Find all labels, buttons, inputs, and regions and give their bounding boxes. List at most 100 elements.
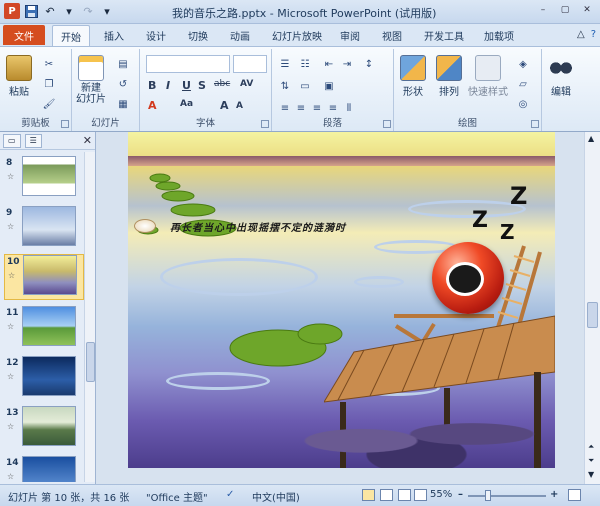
strikethrough-button[interactable]: abc <box>214 79 230 89</box>
justify-icon[interactable]: ≡ <box>326 101 340 115</box>
language-status[interactable]: 中文(中国) <box>252 489 300 504</box>
slides-tab[interactable]: ▭ <box>3 133 21 148</box>
music-note-ball-icon[interactable] <box>432 242 504 314</box>
paste-button[interactable]: 粘贴 <box>6 55 32 98</box>
font-launcher-icon[interactable] <box>261 120 269 128</box>
next-slide-icon[interactable]: ⏷ <box>588 456 594 466</box>
scrollbar-thumb[interactable] <box>86 342 95 382</box>
slide-thumbnail[interactable]: 13 ☆ <box>4 406 84 452</box>
slide-caption-text[interactable]: 再长者当心中出现摇摆不定的涟漪时 <box>170 219 346 234</box>
editing-button[interactable]: 编辑 <box>548 55 574 98</box>
zoom-level[interactable]: 55% <box>430 489 452 500</box>
shapes-button[interactable]: 形状 <box>400 55 426 98</box>
tab-view[interactable]: 视图 <box>382 28 402 43</box>
drawing-launcher-icon[interactable] <box>531 120 539 128</box>
redo-icon[interactable]: ↷ <box>80 3 96 19</box>
copy-icon[interactable]: ❐ <box>42 77 56 91</box>
bold-button[interactable]: B <box>148 79 156 92</box>
shadow-button[interactable]: S <box>198 79 206 92</box>
quick-styles-button[interactable]: 快速样式 <box>468 55 508 98</box>
outline-tab[interactable]: ☰ <box>24 133 42 148</box>
zoom-slider-track[interactable] <box>468 495 546 497</box>
close-pane-icon[interactable]: ✕ <box>83 134 92 147</box>
italic-button[interactable]: I <box>166 79 170 92</box>
shrink-font-button[interactable]: A <box>236 101 243 111</box>
text-direction-icon[interactable]: ⇅ <box>278 79 292 93</box>
paragraph-launcher-icon[interactable] <box>383 120 391 128</box>
font-name-combobox[interactable] <box>146 55 230 73</box>
cut-icon[interactable]: ✂ <box>42 57 56 71</box>
slideshow-view-icon[interactable] <box>414 489 427 501</box>
tab-developer[interactable]: 开发工具 <box>424 28 464 43</box>
change-case-button[interactable]: Aa <box>180 99 193 109</box>
font-size-combobox[interactable] <box>233 55 267 73</box>
slide-thumbnail-selected[interactable]: 10 ☆ <box>4 254 84 300</box>
shape-fill-icon[interactable]: ◈ <box>516 57 530 71</box>
undo-icon[interactable]: ↶ <box>42 3 58 19</box>
scroll-down-icon[interactable]: ▼ <box>588 470 594 479</box>
tab-slideshow[interactable]: 幻灯片放映 <box>272 28 322 43</box>
smartart-icon[interactable]: ▣ <box>322 79 336 93</box>
clipboard-launcher-icon[interactable] <box>61 120 69 128</box>
thumbnail-scrollbar[interactable] <box>84 152 95 482</box>
reset-icon[interactable]: ↺ <box>116 77 130 91</box>
slide-thumbnail[interactable]: 8 ☆ <box>4 156 84 202</box>
theme-status[interactable]: "Office 主题" <box>146 489 208 504</box>
align-center-icon[interactable]: ≡ <box>294 101 308 115</box>
chevron-down-icon[interactable]: ▾ <box>61 3 77 19</box>
help-icon[interactable]: ? <box>591 29 596 40</box>
save-icon[interactable] <box>23 3 39 19</box>
columns-icon[interactable]: ⫴ <box>342 101 356 115</box>
decrease-indent-icon[interactable]: ⇤ <box>322 57 336 71</box>
increase-indent-icon[interactable]: ⇥ <box>340 57 354 71</box>
tab-design[interactable]: 设计 <box>146 28 166 43</box>
slide-vertical-scrollbar[interactable]: ▲ ⏶ ⏷ ▼ <box>584 132 600 484</box>
shape-outline-icon[interactable]: ▱ <box>516 77 530 91</box>
align-text-icon[interactable]: ▭ <box>298 79 312 93</box>
slide-thumbnail[interactable]: 11 ☆ <box>4 306 84 352</box>
zoom-slider-handle[interactable] <box>485 490 491 501</box>
minimize-button[interactable]: – <box>534 3 552 17</box>
tab-file[interactable]: 文件 <box>3 25 45 45</box>
tab-insert[interactable]: 插入 <box>104 28 124 43</box>
zoom-out-button[interactable]: – <box>458 489 463 500</box>
underline-button[interactable]: U <box>182 79 191 92</box>
tab-transitions[interactable]: 切换 <box>188 28 208 43</box>
powerpoint-logo-icon[interactable]: P <box>4 3 20 19</box>
align-left-icon[interactable]: ≡ <box>278 101 292 115</box>
previous-slide-icon[interactable]: ⏶ <box>588 442 594 452</box>
restore-button[interactable]: ▢ <box>556 3 574 17</box>
scroll-up-icon[interactable]: ▲ <box>588 134 594 143</box>
tab-addins[interactable]: 加载项 <box>484 28 514 43</box>
reading-view-icon[interactable] <box>398 489 411 501</box>
section-icon[interactable]: ▦ <box>116 97 130 111</box>
format-painter-icon[interactable]: 🖌 <box>42 97 56 111</box>
tab-animations[interactable]: 动画 <box>230 28 250 43</box>
line-spacing-icon[interactable]: ↕ <box>362 57 376 71</box>
tab-home[interactable]: 开始 <box>52 25 90 46</box>
new-slide-button[interactable]: 新建 幻灯片 <box>76 55 106 105</box>
font-color-button[interactable]: A <box>148 99 157 112</box>
customize-qat-icon[interactable]: ▾ <box>99 3 115 19</box>
minimize-ribbon-icon[interactable]: △ <box>577 29 585 40</box>
slide-thumbnail[interactable]: 12 ☆ <box>4 356 84 402</box>
slide-sorter-view-icon[interactable] <box>380 489 393 501</box>
tab-review[interactable]: 审阅 <box>340 28 360 43</box>
slide-thumbnail[interactable]: 14 ☆ <box>4 456 84 482</box>
align-right-icon[interactable]: ≡ <box>310 101 324 115</box>
slide-thumbnail[interactable]: 9 ☆ <box>4 206 84 252</box>
grow-font-button[interactable]: A <box>220 99 229 112</box>
arrange-button[interactable]: 排列 <box>436 55 462 98</box>
normal-view-icon[interactable] <box>362 489 375 501</box>
numbering-icon[interactable]: ☷ <box>298 57 312 71</box>
fit-to-window-icon[interactable] <box>568 489 581 501</box>
bullets-icon[interactable]: ☰ <box>278 57 292 71</box>
current-slide[interactable]: 再长者当心中出现摇摆不定的涟漪时 Z Z Z <box>128 132 555 468</box>
shape-effects-icon[interactable]: ◎ <box>516 97 530 111</box>
zoom-in-button[interactable]: + <box>550 489 558 500</box>
close-button[interactable]: ✕ <box>578 3 596 17</box>
character-spacing-button[interactable]: AV <box>240 79 253 89</box>
spelling-check-icon[interactable]: ✓ <box>226 489 234 500</box>
layout-icon[interactable]: ▤ <box>116 57 130 71</box>
scrollbar-thumb[interactable] <box>587 302 598 328</box>
